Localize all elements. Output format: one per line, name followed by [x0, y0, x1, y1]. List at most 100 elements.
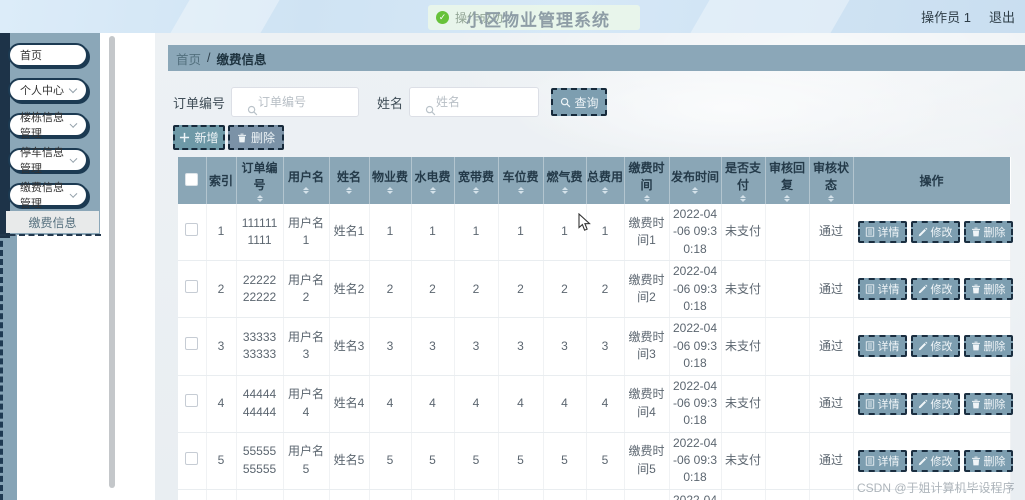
column-header-订单编号[interactable]: 订单编号	[236, 157, 283, 204]
row-detail-button[interactable]: 详情	[858, 450, 907, 472]
cell-index: 6	[206, 489, 236, 500]
row-checkbox[interactable]	[185, 452, 198, 465]
sidebar-item-缴费信息管理[interactable]: 缴费信息管理	[8, 183, 88, 207]
cell-order_no: 6666666666	[236, 489, 283, 500]
sort-carets-icon[interactable]	[692, 187, 698, 194]
column-header-审核状态[interactable]: 审核状态	[809, 157, 853, 204]
column-header-燃气费[interactable]: 燃气费	[543, 157, 586, 204]
logout-button[interactable]: 退出	[989, 7, 1015, 26]
cell-utility_fee: 4	[411, 375, 454, 432]
row-checkbox[interactable]	[185, 280, 198, 293]
sidebar-scrollbar[interactable]	[109, 36, 115, 488]
select-all-checkbox[interactable]	[185, 173, 198, 186]
row-edit-button[interactable]: 修改	[911, 221, 960, 243]
sidebar-item-首页[interactable]: 首页	[8, 43, 88, 67]
cell-index: 3	[206, 318, 236, 375]
cell-broadband_fee: 6	[454, 489, 498, 500]
trash-icon	[971, 399, 981, 409]
cell-pay_time: 缴费时间6	[624, 489, 669, 500]
column-header-label: 是否支付	[722, 159, 765, 193]
column-header-发布时间[interactable]: 发布时间	[669, 157, 721, 204]
column-header-车位费[interactable]: 车位费	[498, 157, 543, 204]
cell-total_fee: 1	[586, 204, 624, 261]
sort-carets-icon[interactable]	[430, 187, 436, 194]
column-header-缴费时间[interactable]: 缴费时间	[624, 157, 669, 204]
sort-carets-icon[interactable]	[602, 187, 608, 194]
row-detail-button[interactable]: 详情	[858, 393, 907, 415]
sidebar-divider	[0, 234, 101, 236]
cell-utility_fee: 3	[411, 318, 454, 375]
row-delete-button[interactable]: 删除	[964, 221, 1013, 243]
sidebar-item-楼栋信息管理[interactable]: 楼栋信息管理	[8, 113, 88, 137]
sidebar-item-停车信息管理[interactable]: 停车信息管理	[8, 148, 88, 172]
row-edit-button[interactable]: 修改	[911, 393, 960, 415]
row-detail-button[interactable]: 详情	[858, 278, 907, 300]
cell-total_fee: 2	[586, 261, 624, 318]
breadcrumb-home[interactable]: 首页	[176, 49, 201, 68]
cell-order_no: 3333333333	[236, 318, 283, 375]
watermark: CSDN @于姐计算机毕设程序	[857, 479, 1015, 496]
row-delete-button[interactable]: 删除	[964, 450, 1013, 472]
pencil-icon	[918, 399, 928, 409]
delete-button[interactable]: 删除	[228, 125, 284, 150]
column-header-label: 宽带费	[458, 168, 494, 185]
row-detail-button[interactable]: 详情	[858, 221, 907, 243]
cell-review_reply	[765, 318, 809, 375]
row-checkbox-cell	[178, 432, 206, 489]
column-header-物业费[interactable]: 物业费	[369, 157, 411, 204]
row-delete-button[interactable]: 删除	[964, 393, 1013, 415]
row-delete-button[interactable]: 删除	[964, 278, 1013, 300]
sort-carets-icon[interactable]	[303, 187, 309, 194]
cell-name: 姓名4	[329, 375, 369, 432]
column-header-label: 缴费时间	[625, 159, 669, 193]
row-detail-button[interactable]: 详情	[858, 335, 907, 357]
cell-username: 用户名4	[283, 375, 329, 432]
sort-carets-icon[interactable]	[644, 195, 650, 202]
name-field-wrap	[409, 87, 539, 117]
select-all-header	[178, 157, 206, 204]
column-header-label: 审核状态	[810, 159, 853, 193]
row-edit-button[interactable]: 修改	[911, 450, 960, 472]
sort-carets-icon[interactable]	[562, 187, 568, 194]
sort-carets-icon[interactable]	[257, 195, 263, 202]
column-header-总费用[interactable]: 总费用	[586, 157, 624, 204]
sidebar-item-label: 停车信息管理	[20, 144, 71, 176]
row-checkbox[interactable]	[185, 337, 198, 350]
column-header-是否支付[interactable]: 是否支付	[721, 157, 765, 204]
cell-publish_time: 2022-04-06 09:30:18	[669, 204, 721, 261]
sort-carets-icon[interactable]	[784, 195, 790, 202]
column-header-宽带费[interactable]: 宽带费	[454, 157, 498, 204]
cell-is_paid: 未支付	[721, 432, 765, 489]
cell-broadband_fee: 4	[454, 375, 498, 432]
order-number-field-wrap	[231, 87, 359, 117]
trash-icon	[971, 456, 981, 466]
cell-parking_fee: 5	[498, 432, 543, 489]
sort-carets-icon[interactable]	[518, 187, 524, 194]
cell-publish_time: 2022-04-06 09:30:18	[669, 375, 721, 432]
add-button[interactable]: 新增	[173, 125, 225, 150]
sort-carets-icon[interactable]	[740, 195, 746, 202]
column-header-用户名[interactable]: 用户名	[283, 157, 329, 204]
sort-carets-icon[interactable]	[346, 187, 352, 194]
cell-is_paid: 未支付	[721, 375, 765, 432]
row-edit-button[interactable]: 修改	[911, 278, 960, 300]
row-delete-button[interactable]: 删除	[964, 335, 1013, 357]
doc-icon	[865, 456, 875, 466]
sidebar-item-个人中心[interactable]: 个人中心	[8, 78, 88, 102]
row-checkbox[interactable]	[185, 394, 198, 407]
sort-carets-icon[interactable]	[828, 195, 834, 202]
row-edit-button[interactable]: 修改	[911, 335, 960, 357]
column-header-姓名[interactable]: 姓名	[329, 157, 369, 204]
sidebar-item-label: 个人中心	[20, 82, 64, 98]
column-header-审核回复[interactable]: 审核回复	[765, 157, 809, 204]
sort-carets-icon[interactable]	[473, 187, 479, 194]
sidebar-item-payment-info[interactable]: 缴费信息	[6, 211, 99, 233]
column-header-水电费[interactable]: 水电费	[411, 157, 454, 204]
sort-carets-icon[interactable]	[387, 187, 393, 194]
column-header-label: 审核回复	[766, 159, 809, 193]
column-header-索引: 索引	[206, 157, 236, 204]
row-checkbox[interactable]	[185, 223, 198, 236]
doc-icon	[865, 227, 875, 237]
cell-pay_time: 缴费时间4	[624, 375, 669, 432]
query-button[interactable]: 查询	[551, 88, 607, 116]
